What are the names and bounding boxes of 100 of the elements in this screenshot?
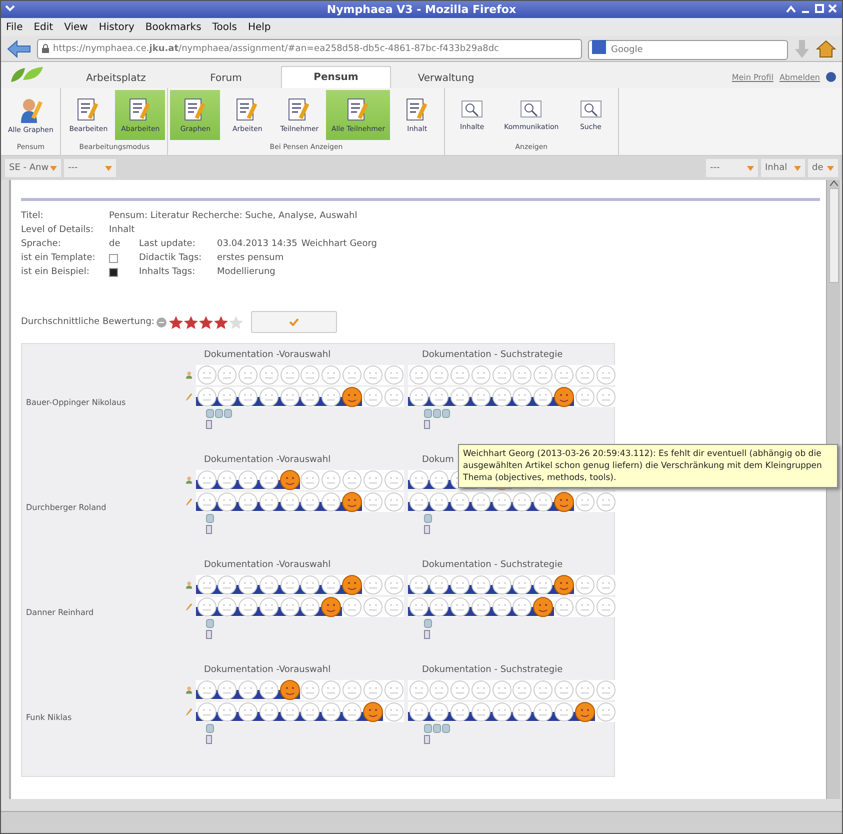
field-value: Modellierung [217,267,276,277]
smiley-icon [574,492,595,512]
smiley-icon [280,492,300,512]
smiley-icon [554,387,574,407]
comment-icon[interactable] [206,724,214,733]
rating-track[interactable] [196,387,404,407]
smiley-icon [596,387,616,407]
menu-item[interactable]: Tools [212,22,237,32]
filter-dropdown[interactable]: SE - Anw [5,159,61,177]
smiley-icon [492,597,512,617]
document-icon[interactable] [206,735,212,744]
comment-icon[interactable] [424,619,432,628]
star-icon[interactable] [229,316,244,328]
rating-track[interactable] [408,365,616,385]
smiley-icon [596,365,616,385]
smiley-icon [258,470,279,490]
person-icon [186,474,192,486]
author-name: Weichhart Georg [301,239,377,249]
smiley-icon [574,597,595,617]
smiley-icon [596,597,616,617]
menu-item[interactable]: Edit [34,22,54,32]
document-icon[interactable] [206,630,212,639]
rating-track[interactable] [196,365,404,385]
document-icon[interactable] [424,525,430,534]
home-icon[interactable] [816,40,836,58]
scrollbar[interactable] [826,180,840,799]
smiley-icon [574,365,595,385]
rating-track[interactable] [408,680,616,700]
rating-track[interactable] [196,470,404,490]
back-icon[interactable] [7,40,31,58]
smiley-icon [533,702,554,722]
scroll-up-icon[interactable] [830,180,838,186]
document-icon[interactable] [424,420,430,429]
menu-item[interactable]: History [98,22,134,32]
smiley-icon [217,387,238,407]
smiley-icon [533,387,554,407]
filter-dropdown[interactable]: --- [706,159,758,177]
smiley-icon [300,702,320,722]
rating-track[interactable] [196,597,404,617]
smiley-icon [492,387,512,407]
field-label: ist ein Beispiel: [21,267,90,277]
comment-icon[interactable] [206,619,214,628]
search-field[interactable]: Google [588,40,788,60]
caret-icon [827,166,834,170]
smiley-icon [238,702,258,722]
filter-dropdown[interactable]: de [808,159,838,177]
rating-track[interactable] [408,387,616,407]
rating-track[interactable] [408,597,616,617]
smiley-icon [429,702,450,722]
smiley-icon [342,680,362,700]
document-icon[interactable] [424,735,430,744]
document-icon[interactable] [206,525,212,534]
smiley-icon [196,575,217,595]
task-title: Dokumentation - Suchstrategie [422,560,563,572]
user-link[interactable]: Abmelden [779,72,820,82]
filter-dropdown[interactable]: --- [64,159,116,177]
student-name: Bauer-Oppinger Nikolaus [26,398,127,407]
menu-item[interactable]: View [64,22,88,32]
rating-track[interactable] [408,492,616,512]
smiley-icon [470,387,491,407]
star-icon[interactable] [214,316,228,328]
menu-item[interactable]: Help [248,22,271,32]
menu-item[interactable]: File [6,22,23,32]
smiley-icon [217,597,238,617]
window-controls-icon[interactable] [786,4,838,14]
rating-track[interactable] [196,702,404,722]
star-icon[interactable] [169,316,184,328]
comment-icon[interactable] [206,514,214,523]
app-tab[interactable]: Forum [171,68,281,88]
smiley-icon [217,702,238,722]
confirm-button[interactable] [251,311,338,333]
document-icon[interactable] [424,630,430,639]
app-tab[interactable]: Pensum [281,66,391,88]
smiley-icon [300,365,320,385]
smiley-icon [450,387,470,407]
clear-rating-icon[interactable] [156,316,168,328]
rating-track[interactable] [196,492,404,512]
rating-track[interactable] [196,575,404,595]
star-icon[interactable] [184,316,198,328]
app-tab[interactable]: Verwaltung [391,68,501,88]
document-icon[interactable] [206,420,212,429]
filter-dropdown[interactable]: Inhal [761,159,805,177]
menu-item[interactable]: Bookmarks [145,22,202,32]
field-label: Didactik Tags: [139,253,203,263]
rating-track[interactable] [196,680,404,700]
rating-track[interactable] [408,702,616,722]
checkbox[interactable] [109,254,118,262]
address-field[interactable]: https://nymphaea.ce.jku.at/nymphaea/assignment/#an=ea258d58-db5c-4861-87bc-f433b29a8dc [37,38,582,58]
window-menu-icon[interactable] [5,5,15,12]
scrollbar-thumb[interactable] [828,188,838,283]
person-icon [186,684,192,696]
app-tab[interactable]: Arbeitsplatz [61,68,171,88]
user-link[interactable]: Mein Profil [732,72,774,82]
download-icon[interactable] [794,40,810,58]
help-icon[interactable] [826,72,836,82]
comment-icon[interactable] [424,514,432,523]
rating-track[interactable] [408,575,616,595]
star-icon[interactable] [199,316,214,328]
checkbox[interactable] [109,268,118,276]
field-label: Last update: [139,239,196,249]
